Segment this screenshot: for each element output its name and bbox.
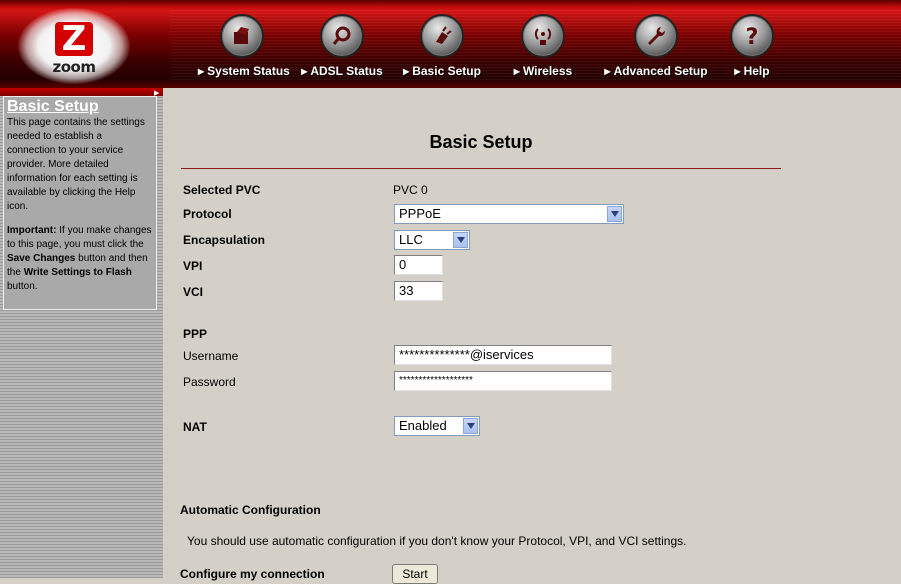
nav-advanced-setup[interactable]: ▶ Advanced Setup (604, 14, 708, 80)
encapsulation-value: LLC (399, 232, 423, 247)
username-input[interactable]: **************@iservices (394, 345, 612, 365)
nav-basic-setup[interactable]: ▶ Basic Setup (398, 14, 486, 80)
password-label: Password (183, 375, 236, 389)
zoom-logo-word: zoom (52, 58, 96, 76)
help-box: Basic Setup This page contains the setti… (3, 96, 157, 310)
nav-adsl-status[interactable]: ▶ ADSL Status (298, 14, 386, 80)
ppp-label: PPP (183, 327, 208, 341)
help-paragraph: This page contains the settings needed t… (7, 117, 145, 212)
nav-label: ADSL Status (310, 64, 383, 78)
wireless-antenna-icon (521, 14, 565, 58)
chevron-down-icon[interactable] (607, 206, 622, 222)
nat-select[interactable]: Enabled (394, 416, 480, 436)
encapsulation-select[interactable]: LLC (394, 230, 470, 250)
save-changes-label: Save Changes (7, 253, 76, 264)
nat-label: NAT (183, 420, 207, 434)
vci-label: VCI (183, 285, 204, 299)
header-bar: Z zoom ▶ System Status ▶ ADSL Status ▶ Basi… (0, 0, 901, 88)
write-flash-label: Write Settings to Flash (23, 267, 132, 278)
vpi-label: VPI (183, 259, 203, 273)
svg-text:?: ? (746, 25, 759, 49)
chevron-down-icon[interactable] (453, 232, 468, 248)
nav-label: Basic Setup (412, 64, 481, 78)
help-text: button. (7, 281, 38, 292)
start-button[interactable]: Start (392, 564, 438, 584)
auto-config-text: You should use automatic configuration i… (187, 534, 687, 548)
header-band (0, 80, 901, 88)
nat-value: Enabled (399, 418, 447, 433)
zoom-logo[interactable]: Z zoom (18, 8, 130, 84)
zoom-logo-letter: Z (55, 22, 93, 56)
wrench-icon (634, 14, 678, 58)
magnifier-icon (320, 14, 364, 58)
nav-label: Help (743, 64, 770, 78)
page-title: Basic Setup (429, 132, 533, 152)
file-open-icon (220, 14, 264, 58)
nav-label: Advanced Setup (613, 64, 708, 78)
auto-config-label: Automatic Configuration (180, 503, 321, 517)
sidebar-topbar: ▶ (0, 88, 175, 97)
important-label: Important: (7, 225, 57, 236)
nav-help[interactable]: ? ▶ Help (722, 14, 782, 80)
selected-pvc-label: Selected PVC (183, 183, 261, 197)
arrow-right-icon: ▶ (513, 67, 520, 76)
question-icon: ? (730, 14, 774, 58)
arrow-right-icon: ▶ (301, 67, 308, 76)
nav-label: System Status (207, 64, 290, 78)
nav-system-status[interactable]: ▶ System Status (198, 14, 290, 80)
selected-pvc-value: PVC 0 (393, 183, 428, 197)
nav-wireless[interactable]: ▶ Wireless (503, 14, 583, 80)
protocol-label: Protocol (183, 207, 232, 221)
nav-label: Wireless (522, 64, 573, 78)
sidebar: ▶ Basic Setup This page contains the set… (0, 88, 175, 578)
configure-connection-label: Configure my connection (180, 567, 325, 581)
title-divider (181, 168, 781, 169)
arrow-right-icon: ▶ (734, 67, 741, 76)
username-label: Username (183, 349, 239, 363)
protocol-select[interactable]: PPPoE (394, 204, 624, 224)
arrow-right-icon: ▶ (403, 67, 410, 76)
vpi-input[interactable]: 0 (394, 255, 443, 275)
chevron-down-icon[interactable] (463, 418, 478, 434)
protocol-value: PPPoE (399, 206, 441, 221)
vci-input[interactable]: 33 (394, 281, 443, 301)
arrow-right-icon: ▶ (198, 67, 205, 76)
arrow-right-icon: ▶ (604, 67, 611, 76)
password-input[interactable]: ******************* (394, 371, 612, 391)
encapsulation-label: Encapsulation (183, 233, 266, 247)
help-important: Important: If you make changes to this p… (7, 224, 153, 294)
help-title[interactable]: Basic Setup (7, 98, 153, 116)
plug-icon (420, 14, 464, 58)
main-content: Basic Setup Selected PVC PVC 0 Protocol … (163, 88, 901, 584)
